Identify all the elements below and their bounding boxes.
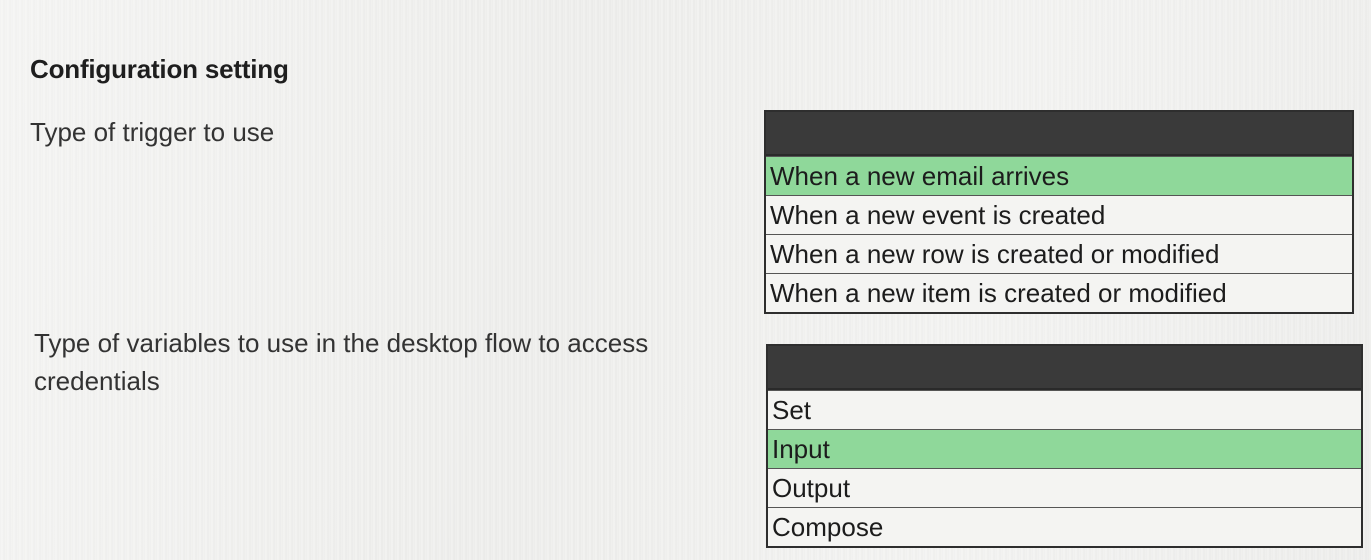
option-output[interactable]: Output — [768, 468, 1361, 507]
dropdown-header[interactable] — [766, 112, 1352, 156]
option-compose[interactable]: Compose — [768, 507, 1361, 546]
option-set[interactable]: Set — [768, 390, 1361, 429]
question-variables-label: Type of variables to use in the desktop … — [34, 328, 649, 396]
section-heading: Configuration setting — [30, 54, 289, 84]
variables-dropdown[interactable]: Set Input Output Compose — [766, 344, 1363, 548]
option-new-email[interactable]: When a new email arrives — [766, 156, 1352, 195]
question-trigger-label: Type of trigger to use — [30, 117, 275, 147]
option-new-row[interactable]: When a new row is created or modified — [766, 234, 1352, 273]
option-input[interactable]: Input — [768, 429, 1361, 468]
dropdown-header[interactable] — [768, 346, 1361, 390]
trigger-dropdown[interactable]: When a new email arrives When a new even… — [764, 110, 1354, 314]
option-new-item[interactable]: When a new item is created or modified — [766, 273, 1352, 312]
option-new-event[interactable]: When a new event is created — [766, 195, 1352, 234]
